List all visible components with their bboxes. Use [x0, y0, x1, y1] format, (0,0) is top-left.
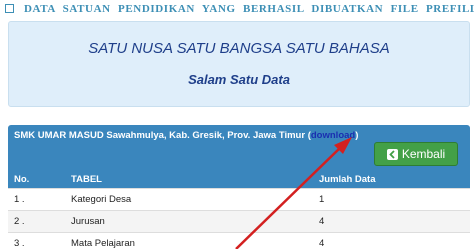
cell-no: 3 . [8, 231, 65, 249]
hero-banner: SATU NUSA SATU BANGSA SATU BAHASA Salam … [8, 21, 470, 107]
table-row: 3 . Mata Pelajaran 4 [8, 231, 470, 249]
checkbox-icon [5, 4, 14, 13]
data-table: No. TABEL Jumlah Data 1 . Kategori Desa … [8, 171, 470, 249]
school-name: SMK UMAR MASUD Sawahmulya, Kab. Gresik, … [14, 130, 311, 141]
header-jumlah: Jumlah Data [319, 173, 376, 185]
header-no: No. [14, 173, 30, 185]
cell-jumlah: 4 [313, 231, 470, 249]
back-button-label: Kembali [401, 147, 446, 161]
back-arrow-icon [386, 148, 398, 160]
cell-tabel: Jurusan [65, 209, 313, 232]
table-header-row: No. TABEL Jumlah Data [8, 171, 470, 188]
top-marquee-bar: DATA SATUAN PENDIDIKAN YANG BERHASIL DIB… [0, 0, 474, 20]
school-info: SMK UMAR MASUD Sawahmulya, Kab. Gresik, … [14, 130, 358, 141]
cell-no: 1 . [8, 187, 65, 210]
cell-tabel: Kategori Desa [65, 187, 313, 210]
data-panel: SMK UMAR MASUD Sawahmulya, Kab. Gresik, … [8, 125, 470, 249]
table-row: 2 . Jurusan 4 [8, 209, 470, 232]
marquee-text-container: DATA SATUAN PENDIDIKAN YANG BERHASIL DIB… [5, 3, 474, 15]
hero-title: SATU NUSA SATU BANGSA SATU BAHASA [88, 40, 390, 57]
back-button[interactable]: Kembali [374, 142, 458, 166]
cell-jumlah: 1 [313, 187, 470, 210]
cell-no: 2 . [8, 209, 65, 232]
cell-jumlah: 4 [313, 209, 470, 232]
hero-subtitle: Salam Satu Data [188, 72, 290, 87]
marquee-text: DATA SATUAN PENDIDIKAN YANG BERHASIL DIB… [24, 3, 474, 15]
close-paren: ) [355, 130, 359, 141]
panel-header: SMK UMAR MASUD Sawahmulya, Kab. Gresik, … [8, 125, 470, 171]
cell-tabel: Mata Pelajaran [65, 231, 313, 249]
download-link[interactable]: download [311, 130, 355, 141]
header-tabel: TABEL [71, 173, 102, 185]
table-row: 1 . Kategori Desa 1 [8, 187, 470, 210]
